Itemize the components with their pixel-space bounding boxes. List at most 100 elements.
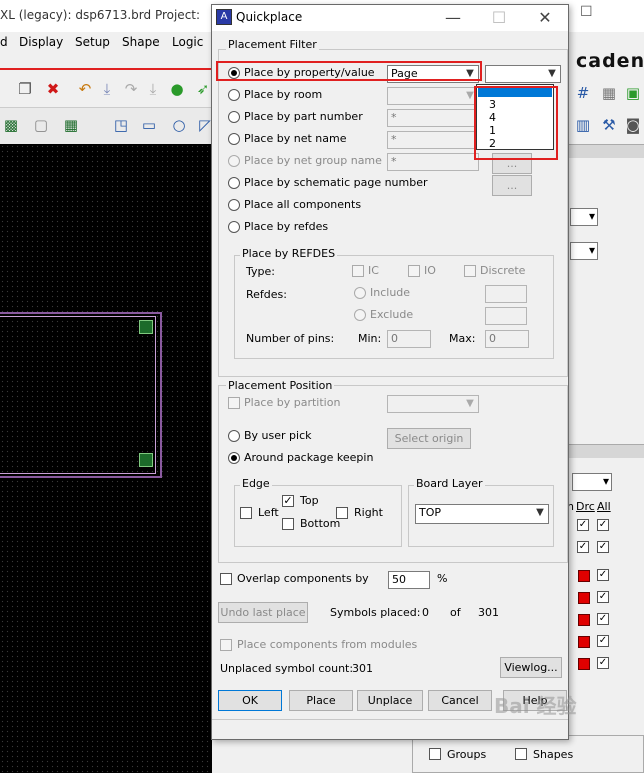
color-swatch[interactable]: [578, 592, 590, 604]
exclude-radio: [354, 309, 366, 321]
selection-filter-panel: Groups Shapes: [412, 735, 644, 773]
panel-combo[interactable]: [570, 208, 598, 226]
radio-net-name[interactable]: [228, 133, 240, 145]
ok-button[interactable]: OK: [218, 690, 282, 711]
layer-grey-icon[interactable]: ▢: [30, 114, 52, 136]
column-header-all: All: [597, 500, 611, 513]
color-swatch[interactable]: [578, 636, 590, 648]
cancel-button[interactable]: Cancel: [428, 690, 492, 711]
color-swatch[interactable]: [578, 614, 590, 626]
close-icon[interactable]: ✕: [522, 5, 568, 31]
partition-label: Place by partition: [244, 396, 341, 409]
grid-settings-icon[interactable]: ▦: [598, 82, 620, 104]
symbols-placed-label: Symbols placed:: [330, 606, 421, 619]
color-swatch[interactable]: [578, 570, 590, 582]
layer-dark-icon[interactable]: ▦: [60, 114, 82, 136]
move-down-icon[interactable]: ⤓: [96, 78, 118, 100]
user-pick-radio[interactable]: [228, 430, 240, 442]
value-combo[interactable]: ▼: [485, 65, 561, 83]
maximize-icon[interactable]: ☐: [580, 4, 593, 20]
min-pins-input: 0: [387, 330, 431, 348]
unplace-button[interactable]: Unplace: [357, 690, 423, 711]
minimize-icon[interactable]: —: [430, 5, 476, 31]
menu-item-setup[interactable]: Setup: [75, 35, 110, 49]
undo-icon[interactable]: ↶: [74, 78, 96, 100]
panel-combo[interactable]: [570, 242, 598, 260]
redo-icon[interactable]: ↷: [120, 78, 142, 100]
rectangle-icon[interactable]: ▭: [138, 114, 160, 136]
maximize-icon: ☐: [491, 8, 507, 27]
visibility-checkbox[interactable]: ✓: [577, 519, 589, 531]
copy-icon[interactable]: ❐: [14, 78, 36, 100]
undo-last-place-button: Undo last place: [218, 602, 308, 623]
placement-filter-label: Placement Filter: [226, 38, 319, 51]
menu-item-logic[interactable]: Logic: [172, 35, 203, 49]
max-pins-input: 0: [485, 330, 529, 348]
of-label: of: [450, 606, 461, 619]
part-number-value: *: [391, 111, 397, 124]
color-icon[interactable]: ▣: [622, 82, 644, 104]
edge-left-label: Left: [258, 506, 279, 519]
radio-part-number[interactable]: [228, 111, 240, 123]
edge-bottom-checkbox[interactable]: [282, 518, 294, 530]
shapes-checkbox[interactable]: [515, 748, 527, 760]
around-keepin-radio[interactable]: [228, 452, 240, 464]
shape-toolbar: ▩ ▢ ▦ ◳ ▭ ○ ◸: [0, 108, 212, 144]
type-ic-checkbox: [352, 265, 364, 277]
overlap-input[interactable]: 50: [388, 571, 430, 589]
overlap-label: Overlap components by: [237, 572, 369, 585]
visibility-checkbox[interactable]: ✓: [597, 613, 609, 625]
delete-icon[interactable]: ✖: [42, 78, 64, 100]
groups-checkbox[interactable]: [429, 748, 441, 760]
place-button[interactable]: Place: [289, 690, 353, 711]
viewlog-button[interactable]: Viewlog...: [500, 657, 562, 678]
app-icon: A: [216, 9, 232, 25]
circle-icon[interactable]: ○: [168, 114, 190, 136]
type-io-checkbox: [408, 265, 420, 277]
panel-combo[interactable]: [572, 473, 612, 491]
board-layer-value: TOP: [419, 506, 442, 519]
visibility-checkbox[interactable]: ✓: [597, 519, 609, 531]
shape-corner-icon[interactable]: ◳: [110, 114, 132, 136]
color-swatch[interactable]: [578, 658, 590, 670]
push-down-icon[interactable]: ⤓: [142, 78, 164, 100]
design-canvas[interactable]: [0, 144, 212, 773]
overlap-checkbox[interactable]: [220, 573, 232, 585]
globe-icon[interactable]: ●: [166, 78, 188, 100]
visibility-checkbox[interactable]: ✓: [597, 569, 609, 581]
radio-all-components[interactable]: [228, 199, 240, 211]
radio-room[interactable]: [228, 89, 240, 101]
visibility-checkbox[interactable]: ✓: [597, 657, 609, 669]
constraint-icon[interactable]: ▥: [572, 114, 594, 136]
visibility-checkbox[interactable]: ✓: [597, 591, 609, 603]
menu-item-display[interactable]: Display: [19, 35, 63, 49]
menu-item-edit[interactable]: d: [0, 35, 8, 49]
radio-refdes[interactable]: [228, 221, 240, 233]
radio-label-refdes: Place by refdes: [244, 220, 329, 233]
include-input: [485, 285, 527, 303]
main-toolbar: ❐ ✖ ↶ ⤓ ↷ ⤓ ● ➶: [0, 72, 212, 108]
menu-item-shape[interactable]: Shape: [122, 35, 160, 49]
camera-icon[interactable]: ◙: [622, 114, 644, 136]
grid-icon[interactable]: #: [572, 82, 594, 104]
symbols-placed-count: 0: [422, 606, 429, 619]
shapes-label: Shapes: [533, 748, 574, 761]
edge-top-checkbox[interactable]: ✓: [282, 495, 294, 507]
board-layer-combo[interactable]: TOP ▼: [415, 504, 549, 524]
wrench-icon[interactable]: ⚒: [598, 114, 620, 136]
visibility-checkbox[interactable]: ✓: [577, 541, 589, 553]
visibility-checkbox[interactable]: ✓: [597, 541, 609, 553]
layer-green-icon[interactable]: ▩: [0, 114, 22, 136]
visibility-checkbox[interactable]: ✓: [597, 635, 609, 647]
net-group-value: *: [391, 155, 397, 168]
radio-schematic-page[interactable]: [228, 177, 240, 189]
edge-left-checkbox[interactable]: [240, 507, 252, 519]
cadence-logo: cadenc: [576, 50, 644, 72]
select-origin-button: Select origin: [387, 428, 471, 449]
type-ic-label: IC: [368, 264, 379, 277]
annotation-highlight-property: [216, 61, 482, 81]
unplaced-label: Unplaced symbol count:: [220, 662, 354, 675]
type-discrete-label: Discrete: [480, 264, 526, 277]
room-combo: ▼: [387, 87, 479, 105]
column-header-drc: Drc: [576, 500, 595, 513]
